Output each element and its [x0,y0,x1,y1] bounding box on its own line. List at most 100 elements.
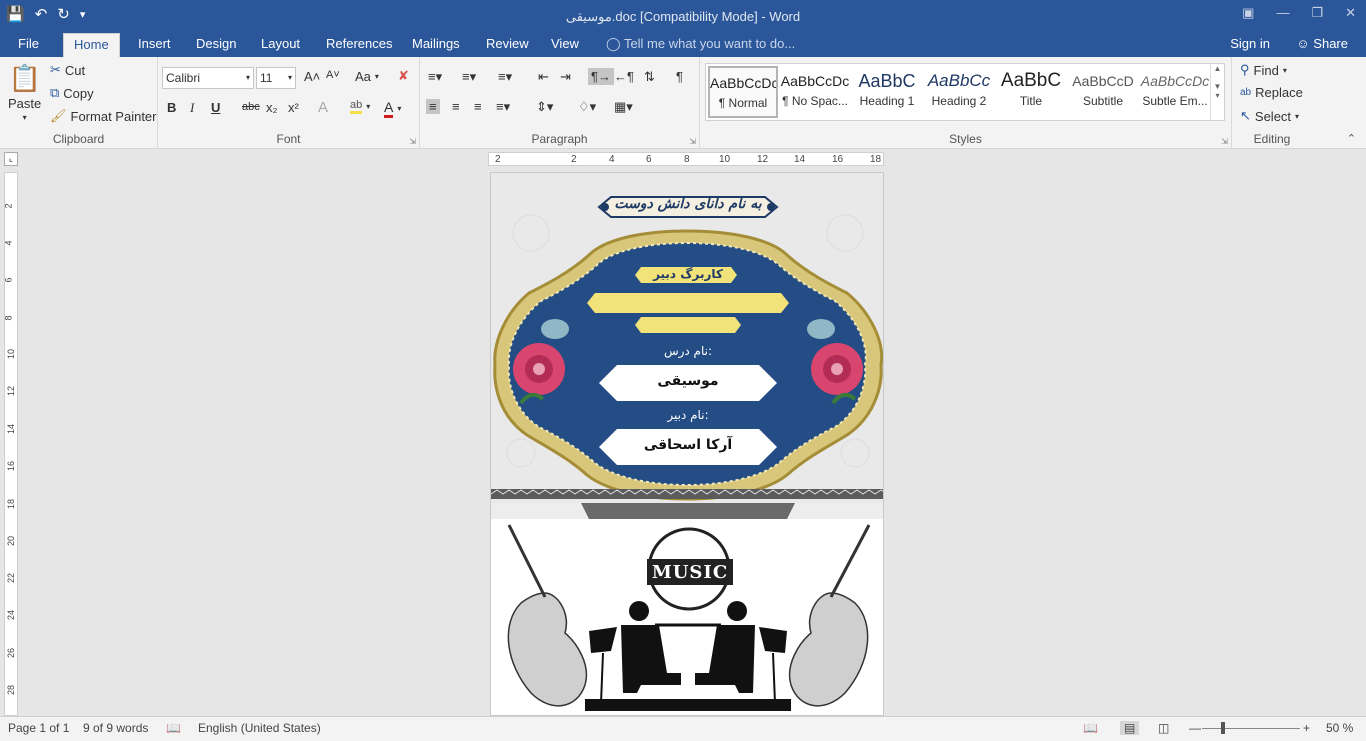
sort-icon[interactable]: ⇅ [644,69,655,85]
tab-review[interactable]: Review [476,33,539,57]
style-subtitle[interactable]: AaBbCcD Subtitle [1068,66,1138,118]
title-bar: 💾 ↶ ↻ ▾ موسیقی.doc [Compatibility Mode] … [0,0,1366,33]
font-size-combo[interactable]: 11 ▾ [256,67,296,89]
copy-button[interactable]: ⧉ Copy [50,85,94,101]
document-page[interactable]: به نام دانای دانش دوست کاربرگ دبیر نام د… [490,172,884,716]
clipboard-label: Clipboard [52,132,105,146]
window-title: موسیقی.doc [Compatibility Mode] - Word [565,9,801,24]
chevron-down-icon: ▾ [287,73,292,82]
grow-font-button[interactable]: A˄ [304,69,320,84]
styles-scroll[interactable]: ▲ ▼ ▾ [1210,64,1224,120]
style-heading-2[interactable]: AaBbCc Heading 2 [924,66,994,118]
collapse-ribbon-icon[interactable]: ⌃ [1347,132,1356,145]
tab-insert[interactable]: Insert [128,33,181,57]
tab-home[interactable]: Home [63,33,120,58]
print-layout-icon[interactable]: ▤ [1120,721,1140,735]
horizontal-ruler[interactable]: 2 2 4 6 8 10 12 14 16 18 [488,152,884,166]
align-right-icon[interactable]: ≡ [474,99,482,114]
dialog-launcher-icon[interactable]: ⇲ [409,137,416,146]
line-spacing-icon[interactable]: ⇕▾ [536,99,553,115]
style-no-spacing[interactable]: AaBbCcDc ¶ No Spac... [780,66,850,118]
style-subtle-emphasis[interactable]: AaBbCcDc Subtle Em... [1140,66,1210,118]
chevron-down-icon: ▾ [22,113,27,122]
sign-in-link[interactable]: Sign in [1230,33,1270,55]
multilevel-list-button[interactable]: ≡▾ [498,69,512,85]
dialog-launcher-icon[interactable]: ⇲ [689,137,696,146]
font-color-button[interactable]: A ▾ [384,99,401,118]
tab-mailings[interactable]: Mailings [402,33,470,57]
read-mode-icon[interactable]: 📖 [1083,721,1098,735]
tab-view[interactable]: View [541,33,589,57]
tab-references[interactable]: References [316,33,402,57]
editing-label: Editing [1253,132,1291,146]
zoom-slider[interactable] [1202,728,1300,729]
word-count[interactable]: 9 of 9 words [83,721,148,735]
align-center-icon[interactable]: ≡ [452,99,460,114]
select-button[interactable]: ↖ Select ▾ [1240,108,1299,124]
paragraph-group: ≡▾ ≡▾ ≡▾ ⇤ ⇥ ¶→ ←¶ ⇅ ¶ ≡ ≡ ≡ ≡▾ ⇕▾ ♢▾ ▦▾… [420,57,700,149]
style-title[interactable]: AaBbC Title [996,66,1066,118]
share-button[interactable]: ☺ Share [1296,33,1348,55]
tab-selector-icon[interactable]: ⌞ [4,152,18,166]
paste-icon: 📋 [8,63,41,93]
underline-button[interactable]: U [211,100,220,115]
chevron-down-icon: ▾ [1282,65,1287,75]
cut-button[interactable]: ✂ Cut [50,62,85,78]
language-indicator[interactable]: English (United States) [198,721,321,735]
editing-group: ⚲ Find ▾ ab Replace ↖ Select ▾ Editing [1232,57,1312,149]
clipboard-group: 📋 Paste ▾ ✂ Cut ⧉ Copy 🖌 Format Painter Cli… [0,57,158,149]
ltr-direction-icon[interactable]: ¶→ [588,68,614,85]
shading-icon[interactable]: ♢▾ [578,99,596,115]
zoom-in-icon[interactable]: + [1303,721,1310,735]
restore-icon[interactable]: ❐ [1311,5,1323,21]
numbering-button[interactable]: ≡▾ [462,69,476,85]
paintbrush-icon: 🖌 [50,108,67,123]
teacher-label: نام دبیر: [667,408,709,422]
tab-design[interactable]: Design [186,33,246,57]
web-layout-icon[interactable]: ◫ [1158,721,1169,735]
bullets-button[interactable]: ≡▾ [428,69,442,85]
page-count[interactable]: Page 1 of 1 [8,721,69,735]
justify-icon[interactable]: ≡▾ [496,99,510,115]
replace-button[interactable]: ab Replace [1240,85,1303,100]
bold-button[interactable]: B [167,100,176,115]
font-name-combo[interactable]: Calibri ▾ [162,67,254,89]
dialog-launcher-icon[interactable]: ⇲ [1221,137,1228,146]
borders-icon[interactable]: ▦▾ [614,99,633,115]
ribbon-tabs: File Home Insert Design Layout Reference… [0,33,1366,58]
style-heading-1[interactable]: AaBbC Heading 1 [852,66,922,118]
shrink-font-button[interactable]: A˅ [326,69,340,81]
find-button[interactable]: ⚲ Find ▾ [1240,62,1287,78]
superscript-button[interactable]: x² [288,100,299,115]
increase-indent-icon[interactable]: ⇥ [560,69,571,85]
highlight-color-button[interactable]: ab ▾ [350,99,370,114]
text-effects-icon[interactable]: A [318,99,328,116]
tab-layout[interactable]: Layout [251,33,310,57]
zoom-level[interactable]: 50 % [1326,721,1353,735]
zoom-out-icon[interactable]: — [1189,721,1201,735]
decrease-indent-icon[interactable]: ⇤ [538,69,549,85]
rtl-direction-icon[interactable]: ←¶ [614,69,634,84]
tab-file[interactable]: File [8,33,49,57]
cursor-icon: ↖ [1240,108,1251,123]
minimize-icon[interactable]: — [1276,5,1289,21]
subscript-button[interactable]: x₂ [266,100,278,115]
zoom-slider-thumb[interactable] [1221,722,1225,734]
vertical-ruler[interactable]: 2 4 6 8 10 12 14 16 18 20 22 24 26 28 [4,172,18,716]
format-painter-button[interactable]: 🖌 Format Painter [50,108,157,124]
chevron-down-icon: ▾ [397,104,402,113]
close-icon[interactable]: ✕ [1345,5,1356,21]
style-normal[interactable]: AaBbCcDc ¶ Normal [708,66,778,118]
clear-formatting-icon[interactable]: ✘ [398,68,409,84]
italic-button[interactable]: I [190,100,194,116]
strikethrough-button[interactable]: abc [242,101,260,113]
lesson-label: نام درس: [663,344,713,358]
ribbon-display-icon[interactable]: ▣ [1242,5,1254,21]
highlighter-icon: ab [350,99,363,114]
show-formatting-icon[interactable]: ¶ [676,69,683,84]
proofing-icon[interactable]: 📖 [166,721,181,735]
align-left-icon[interactable]: ≡ [426,99,440,114]
paste-button[interactable]: 📋 Paste ▾ [8,63,41,122]
change-case-button[interactable]: Aa ▾ [355,69,379,84]
tell-me-box[interactable]: ◯ Tell me what you want to do... [606,33,795,55]
